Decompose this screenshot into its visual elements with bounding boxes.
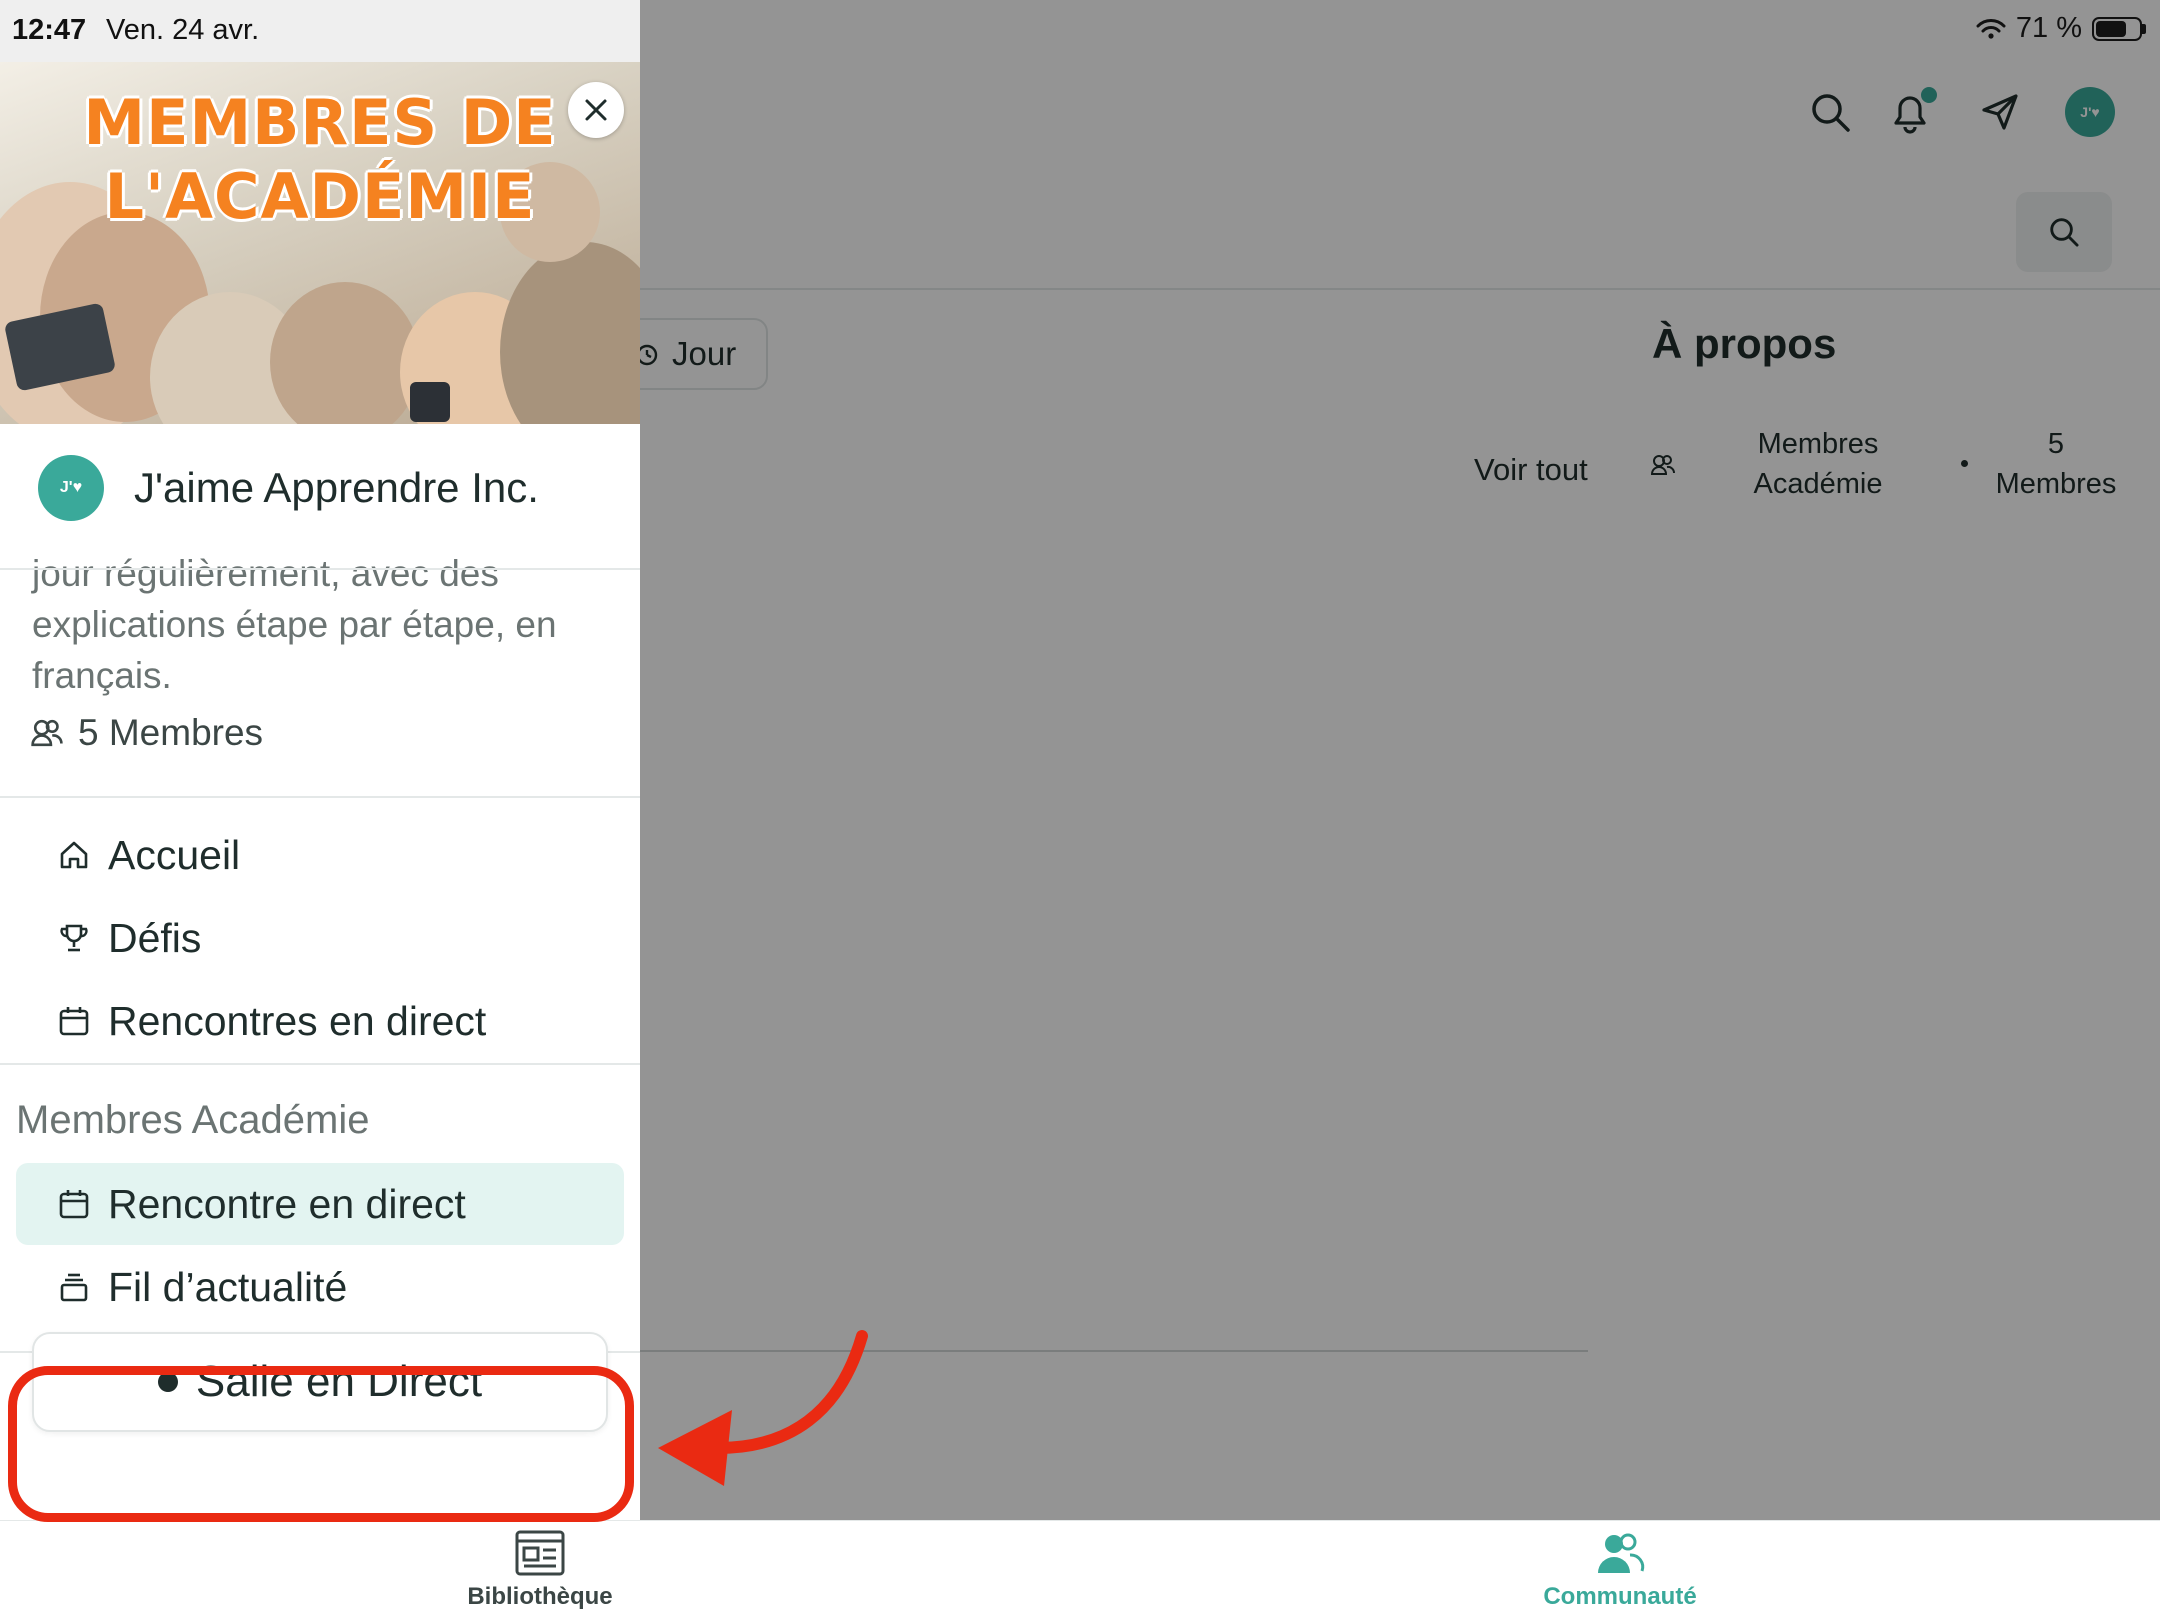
community-banner: MEMBRES DE L'ACADÉMIE xyxy=(0,62,640,424)
nav-label: Rencontre en direct xyxy=(108,1180,466,1227)
group-label: Membres Académie xyxy=(16,1098,370,1142)
nav-rencontre-en-direct[interactable]: Rencontre en direct xyxy=(16,1163,624,1245)
calendar-icon xyxy=(54,1001,94,1041)
nav-label: Fil d’actualité xyxy=(108,1263,348,1310)
members-count: 5 Membres xyxy=(78,712,264,753)
section-divider xyxy=(0,1063,640,1065)
community-icon xyxy=(1598,1533,1645,1573)
community-header[interactable]: J'♥ J'aime Apprendre Inc. xyxy=(0,424,640,552)
battery-icon xyxy=(2092,16,2146,41)
tab-communaute[interactable]: Communauté xyxy=(1500,1529,1740,1611)
banner-title: MEMBRES DE L'ACADÉMIE xyxy=(83,86,557,233)
nav-rencontres-en-direct[interactable]: Rencontres en direct xyxy=(16,980,624,1062)
status-bar-left-bg xyxy=(0,0,640,62)
close-button[interactable] xyxy=(568,82,624,138)
nav-fil-actualite[interactable]: Fil d’actualité xyxy=(16,1246,624,1328)
nav-accueil[interactable]: Accueil xyxy=(16,814,624,896)
calendar-icon xyxy=(54,1184,94,1224)
trophy-icon xyxy=(54,918,94,958)
annotation-arrow-icon xyxy=(658,1330,868,1486)
status-bar-right: 71 % xyxy=(1976,12,2146,45)
header-divider xyxy=(0,568,640,570)
members-icon xyxy=(31,719,63,747)
community-name: J'aime Apprendre Inc. xyxy=(134,464,539,511)
members-row[interactable]: 5 Membres xyxy=(30,712,263,754)
phone-illustration xyxy=(410,382,450,422)
annotation-highlight-box xyxy=(8,1366,634,1522)
status-time: 12:47 xyxy=(12,14,87,46)
side-drawer: MEMBRES DE L'ACADÉMIE J'♥ J'aime Apprend… xyxy=(0,62,640,1520)
tab-bibliotheque[interactable]: Bibliothèque xyxy=(420,1529,660,1611)
close-icon xyxy=(585,99,607,121)
community-avatar: J'♥ xyxy=(38,455,104,521)
section-divider xyxy=(0,796,640,798)
home-icon xyxy=(54,835,94,875)
community-description: jour régulièrement, avec des explication… xyxy=(32,553,557,696)
status-date: Ven. 24 avr. xyxy=(106,14,260,46)
feed-icon xyxy=(54,1267,94,1307)
tab-bar: Bibliothèque Communauté xyxy=(0,1520,2160,1621)
tab-label: Communauté xyxy=(1543,1583,1697,1610)
battery-percent: 71 % xyxy=(2015,12,2082,44)
wifi-icon xyxy=(1976,18,2006,39)
nav-label: Accueil xyxy=(108,831,241,878)
nav-label: Défis xyxy=(108,914,202,961)
nav-label: Rencontres en direct xyxy=(108,997,487,1044)
nav-defis[interactable]: Défis xyxy=(16,897,624,979)
library-icon xyxy=(515,1530,565,1576)
tab-label: Bibliothèque xyxy=(467,1583,613,1610)
